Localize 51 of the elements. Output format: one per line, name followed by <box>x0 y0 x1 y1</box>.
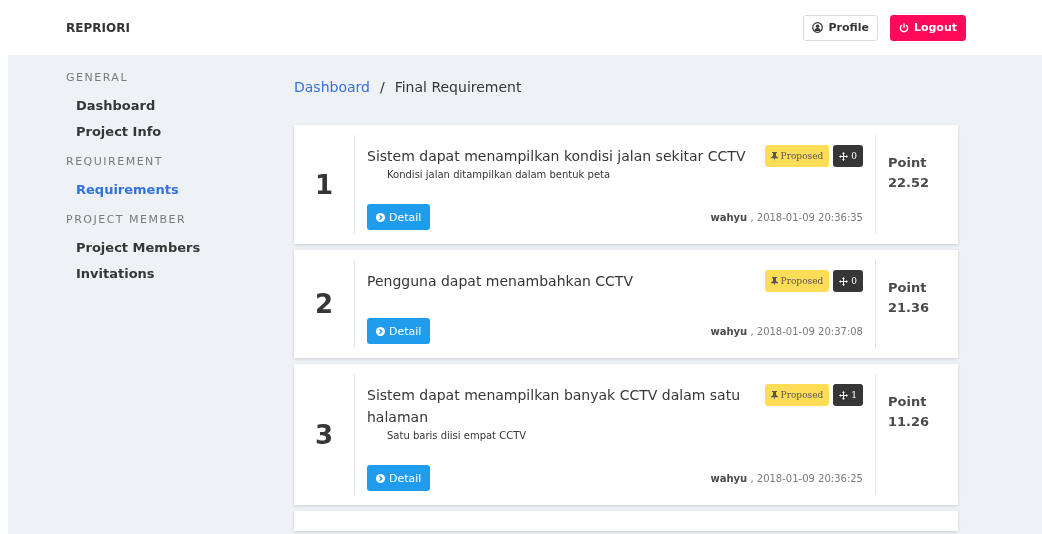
requirement-number: 2 <box>294 260 355 348</box>
breadcrumb-separator: / <box>379 79 385 95</box>
sidebar-heading: GENERAL <box>66 71 129 84</box>
move-icon <box>839 151 849 161</box>
point-value: 21.36 <box>888 299 931 317</box>
requirement-description: Kondisi jalan ditampilkan dalam bentuk peta <box>387 169 612 180</box>
author-timestamp: wahyu , 2018-01-09 20:36:25 <box>710 472 863 484</box>
vote-count-tag: 0 <box>833 270 863 292</box>
point-value: 11.26 <box>888 413 931 431</box>
move-icon <box>839 390 849 400</box>
author-timestamp: wahyu , 2018-01-09 20:37:08 <box>710 325 863 337</box>
requirement-title: Sistem dapat menampilkan banyak CCTV dalam satu halaman <box>367 386 742 427</box>
point-label: Point <box>888 279 928 297</box>
sidebar-item[interactable]: Project Info <box>66 120 294 143</box>
brand-title: REPRIORI <box>66 20 130 35</box>
sidebar-heading: REQUIREMENT <box>66 155 165 168</box>
sidebar-item[interactable]: Invitations <box>66 262 294 285</box>
chevron-circle-icon <box>376 326 385 336</box>
power-icon <box>898 22 909 33</box>
pin-icon <box>770 151 778 161</box>
status-tag: Proposed <box>764 145 830 167</box>
point-value: 22.52 <box>888 174 931 192</box>
point-label: Point <box>888 154 928 172</box>
sidebar-item[interactable]: Dashboard <box>66 94 294 117</box>
requirement-title: Pengguna dapat menambahkan CCTV <box>367 272 634 291</box>
status-tag: Proposed <box>764 270 830 292</box>
breadcrumb-link[interactable]: Dashboard <box>294 79 370 95</box>
user-icon <box>812 22 824 33</box>
profile-button[interactable]: Profile <box>803 14 878 41</box>
vote-count-tag: 1 <box>833 384 863 406</box>
vote-count-tag: 0 <box>833 145 863 167</box>
requirement-number: 3 <box>294 374 355 495</box>
requirement-number: 1 <box>294 135 355 234</box>
sidebar-item[interactable]: Requirements <box>66 178 294 201</box>
requirement-description: Satu baris diisi empat CCTV <box>387 430 528 441</box>
requirement-title: Sistem dapat menampilkan kondisi jalan sekitar CCTV <box>367 147 747 166</box>
status-tag: Proposed <box>764 384 830 406</box>
logout-button[interactable]: Logout <box>889 14 966 41</box>
point-label: Point <box>888 393 928 411</box>
detail-button[interactable]: Detail <box>367 318 431 344</box>
sidebar-heading: PROJECT MEMBER <box>66 213 188 226</box>
sidebar-item[interactable]: Project Members <box>66 236 294 259</box>
detail-button[interactable]: Detail <box>367 204 431 230</box>
breadcrumb-current: Final Requirement <box>394 79 522 95</box>
chevron-circle-icon <box>376 473 385 483</box>
author-timestamp: wahyu , 2018-01-09 20:36:35 <box>710 211 863 223</box>
chevron-circle-icon <box>376 212 385 222</box>
detail-button[interactable]: Detail <box>367 465 431 491</box>
pin-icon <box>770 390 778 400</box>
pin-icon <box>770 276 778 286</box>
move-icon <box>839 276 849 286</box>
